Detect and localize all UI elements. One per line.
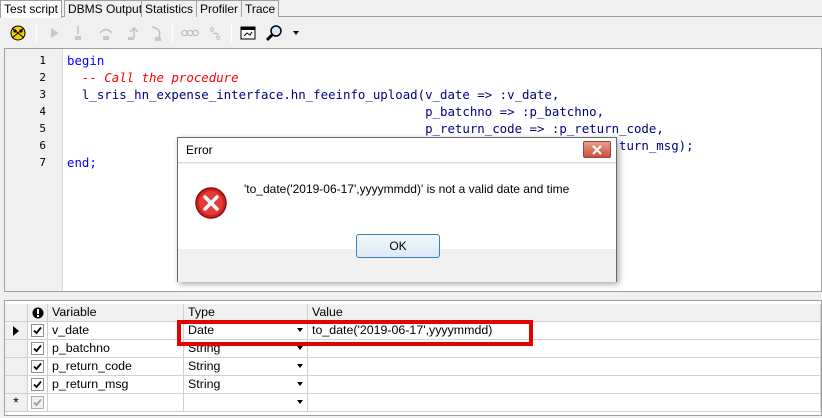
line-number: 4 [39,105,46,118]
step-out-icon[interactable] [124,23,144,43]
find-icon[interactable] [264,23,284,43]
new-cell-variable[interactable] [48,394,184,412]
tab-statistics[interactable]: Statistics [141,0,198,17]
line-number: 2 [39,71,46,84]
new-cell-value[interactable] [308,394,821,412]
code-line-begin: begin [67,53,105,68]
tab-test-script[interactable]: Test script [0,0,63,18]
debug-toolbar: 00 [0,17,822,48]
row-indicator [5,340,28,358]
header-type[interactable]: Type [184,304,308,322]
tab-profiler[interactable]: Profiler [196,0,243,17]
toolbar-separator [231,23,232,43]
header-variable[interactable]: Variable [48,304,184,322]
current-row-indicator [5,322,28,340]
code-line-procedure-call: l_sris_hn_expense_interface.hn_feeinfo_u… [67,87,560,102]
tab-bar: Test script DBMS Output Statistics Profi… [0,0,822,18]
chevron-down-icon[interactable] [297,328,303,332]
cell-variable[interactable]: p_batchno [48,340,184,358]
cell-value[interactable] [308,358,821,376]
check-icon [33,380,42,389]
cell-type[interactable]: String [184,376,308,394]
cell-value[interactable]: to_date('2019-06-17',yyyymmdd) [308,322,821,340]
tab-dbms-output[interactable]: DBMS Output [64,0,147,17]
dialog-title: Error [186,143,213,157]
step-into-icon[interactable] [68,23,88,43]
variables-grid: Variable Type Value v_date Date to_date(… [4,300,822,416]
close-icon [592,144,602,155]
code-line-param-return-msg: turn_msg); [619,138,694,153]
cell-type-value: String [188,359,221,373]
chevron-down-icon[interactable] [297,346,303,350]
new-row-marker: * [5,394,28,412]
chevron-down-icon[interactable] [297,382,303,386]
cell-type[interactable]: String [184,358,308,376]
row-enabled-checkbox[interactable] [28,322,48,340]
cell-type-value: Date [188,323,215,337]
check-icon [33,362,42,371]
info-icon [32,307,43,318]
svg-text:0: 0 [216,34,220,42]
step-over-icon[interactable] [96,23,116,43]
ok-button[interactable]: OK [356,234,440,258]
toggle-breakpoint-icon[interactable] [180,23,200,43]
header-indicator [5,304,28,322]
break-icon[interactable]: 00 [206,23,226,43]
cell-type-value: String [188,377,221,391]
cell-type[interactable]: String [184,340,308,358]
cell-value[interactable] [308,340,821,358]
check-icon [33,326,42,335]
chevron-down-icon[interactable] [297,400,303,404]
output-window-icon[interactable] [238,23,258,43]
row-pointer-icon [13,325,19,336]
row-enabled-checkbox[interactable] [28,340,48,358]
cell-variable[interactable]: p_return_code [48,358,184,376]
cell-variable[interactable]: v_date [48,322,184,340]
line-number: 1 [39,54,46,67]
check-icon [33,344,42,353]
toolbar-separator [36,23,37,43]
row-indicator [5,358,28,376]
cell-variable[interactable]: p_return_msg [48,376,184,394]
row-enabled-checkbox[interactable] [28,376,48,394]
header-value[interactable]: Value [308,304,821,322]
tab-trace[interactable]: Trace [241,0,280,17]
row-indicator [5,376,28,394]
header-enabled-column[interactable] [28,304,48,322]
line-number-gutter: 1 2 3 4 5 6 7 [5,49,63,291]
code-line-param-batchno: p_batchno => :p_batchno, [67,104,605,119]
cell-type-value: String [188,341,221,355]
close-button[interactable] [583,141,611,158]
dropdown-arrow-icon[interactable] [286,23,306,43]
code-line-end: end; [67,155,97,170]
line-number: 3 [39,88,46,101]
debug-icon[interactable] [8,23,28,43]
chevron-down-icon[interactable] [297,364,303,368]
code-line-comment: -- Call the procedure [67,70,239,85]
error-dialog: Error 'to_date('2019-06-17',yyyymmdd)' i… [177,137,617,282]
dialog-body: 'to_date('2019-06-17',yyyymmdd)' is not … [178,164,616,282]
error-message: 'to_date('2019-06-17',yyyymmdd)' is not … [244,182,570,196]
row-enabled-checkbox[interactable] [28,358,48,376]
run-icon[interactable] [45,23,65,43]
code-line-param-return-code: p_return_code => :p_return_code, [67,121,664,136]
line-number: 6 [39,139,46,152]
line-number: 5 [39,122,46,135]
run-to-exception-icon[interactable] [147,23,167,43]
cell-value[interactable] [308,376,821,394]
new-cell-type[interactable] [184,394,308,412]
toolbar-separator [172,23,173,43]
line-number: 7 [39,156,46,169]
new-row-checkbox[interactable] [28,394,48,412]
pl-sql-test-window: Test script DBMS Output Statistics Profi… [0,0,822,418]
error-icon [194,186,228,220]
cell-type[interactable]: Date [184,322,308,340]
check-icon [33,398,42,407]
dialog-title-bar[interactable]: Error [178,138,616,163]
